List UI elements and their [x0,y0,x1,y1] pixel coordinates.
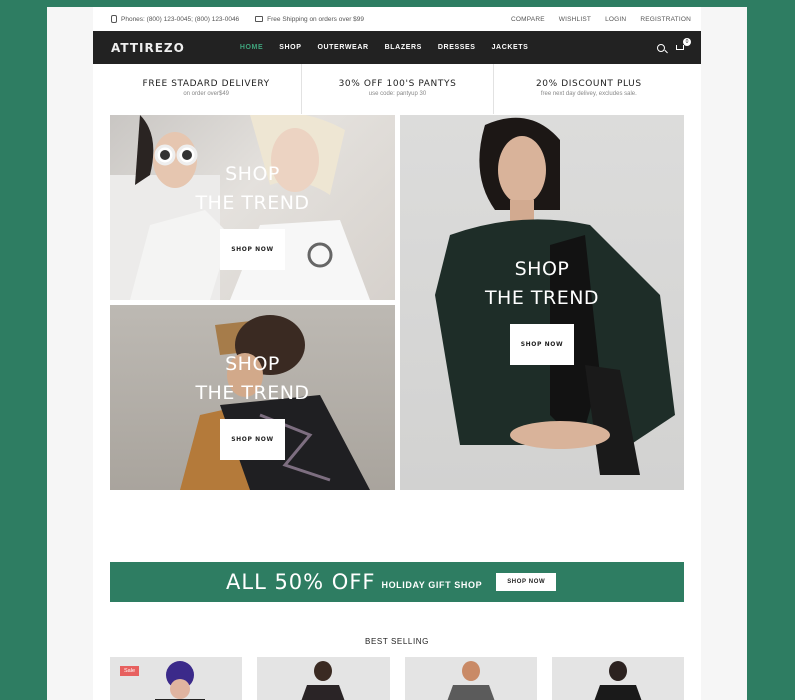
promo-subtitle: free next day delivey, excludes sale. [540,91,637,97]
shipping-text: Free Shipping on orders over $99 [267,15,365,23]
product-image [155,661,205,700]
nav-icons: 0 [657,38,691,52]
hero-banner-top-left[interactable]: SHOP THE TREND SHOP NOW [110,115,395,300]
promo-discount: 20% DISCOUNT PLUS free next day delivey,… [494,64,684,114]
promo-title: 30% OFF 100'S PANTYS [338,79,457,89]
promo-subtitle: use code: pantyup 30 [368,91,427,97]
nav-item-jackets[interactable]: JACKETS [492,44,529,51]
product-card[interactable] [551,657,684,700]
phone-info: Phones: (800) 123-0045; (800) 123-0046 [111,15,239,23]
product-image [301,661,345,700]
promo-pantys: 30% OFF 100'S PANTYS use code: pantyup 3… [302,64,494,114]
nav-item-outerwear[interactable]: OUTERWEAR [317,44,368,51]
sale-banner: ALL 50% OFF HOLIDAY GIFT SHOP SHOP NOW [110,562,684,602]
phone-icon [111,15,117,23]
shipping-info: Free Shipping on orders over $99 [255,16,364,23]
phones-text: Phones: (800) 123-0045; (800) 123-0046 [121,15,240,23]
banner-line-2: THE TREND [195,382,310,404]
hero-banner-bottom-left[interactable]: SHOP THE TREND SHOP NOW [110,305,395,490]
promo-subtitle: on order over$49 [183,91,230,97]
banner-line-1: SHOP [225,353,280,375]
wishlist-link[interactable]: WISHLIST [559,16,591,23]
hero-banner-right[interactable]: SHOP THE TREND SHOP NOW [400,115,684,490]
sale-headline: ALL 50% OFF [226,570,376,594]
sale-badge: Sale [120,666,140,676]
cart-body [676,45,684,50]
sale-shop-now-button[interactable]: SHOP NOW [496,573,557,591]
main-nav: HOME SHOP OUTERWEAR BLAZERS DRESSES JACK… [240,44,529,51]
account-links: COMPARE WISHLIST LOGIN REGISTRATION [511,16,691,23]
product-image [594,661,642,700]
banner-line-1: SHOP [225,163,280,185]
nav-item-blazers[interactable]: BLAZERS [385,44,422,51]
banner-text: SHOP THE TREND SHOP NOW [110,350,395,460]
compare-link[interactable]: COMPARE [511,16,545,23]
promo-strip: FREE STADARD DELIVERY on order over$49 3… [111,64,684,114]
cart-icon[interactable]: 0 [675,38,691,52]
banner-line-2: THE TREND [195,192,310,214]
banner-text: SHOP THE TREND SHOP NOW [110,160,395,270]
banner-text: SHOP THE TREND SHOP NOW [400,255,684,365]
sale-subtitle: HOLIDAY GIFT SHOP [381,580,483,590]
product-card[interactable]: Sale [110,657,243,700]
product-image [447,661,494,700]
registration-link[interactable]: REGISTRATION [640,16,691,23]
cart-count-badge: 0 [683,38,691,46]
shop-now-button[interactable]: SHOP NOW [220,229,285,270]
top-bar: Phones: (800) 123-0045; (800) 123-0046 F… [111,7,691,31]
nav-item-shop[interactable]: SHOP [279,44,301,51]
promo-delivery: FREE STADARD DELIVERY on order over$49 [111,64,303,114]
nav-item-dresses[interactable]: DRESSES [438,44,476,51]
shop-now-button[interactable]: SHOP NOW [509,324,575,365]
best-selling-title: BEST SELLING [365,637,429,646]
main-navbar: ATTIREZO HOME SHOP OUTERWEAR BLAZERS DRE… [93,31,701,64]
product-card[interactable] [257,657,390,700]
product-card[interactable] [404,657,537,700]
promo-title: 20% DISCOUNT PLUS [535,79,642,89]
product-grid: Sale [110,657,684,700]
site-logo[interactable]: ATTIREZO [111,41,185,55]
page-frame: Phones: (800) 123-0045; (800) 123-0046 F… [47,7,747,700]
truck-icon [255,16,264,22]
shop-now-button[interactable]: SHOP NOW [220,419,285,460]
banner-line-1: SHOP [514,258,570,280]
login-link[interactable]: LOGIN [605,16,626,23]
banner-line-2: THE TREND [484,287,600,309]
nav-item-home[interactable]: HOME [240,44,263,51]
search-icon[interactable] [657,43,665,52]
promo-title: FREE STADARD DELIVERY [142,79,270,89]
